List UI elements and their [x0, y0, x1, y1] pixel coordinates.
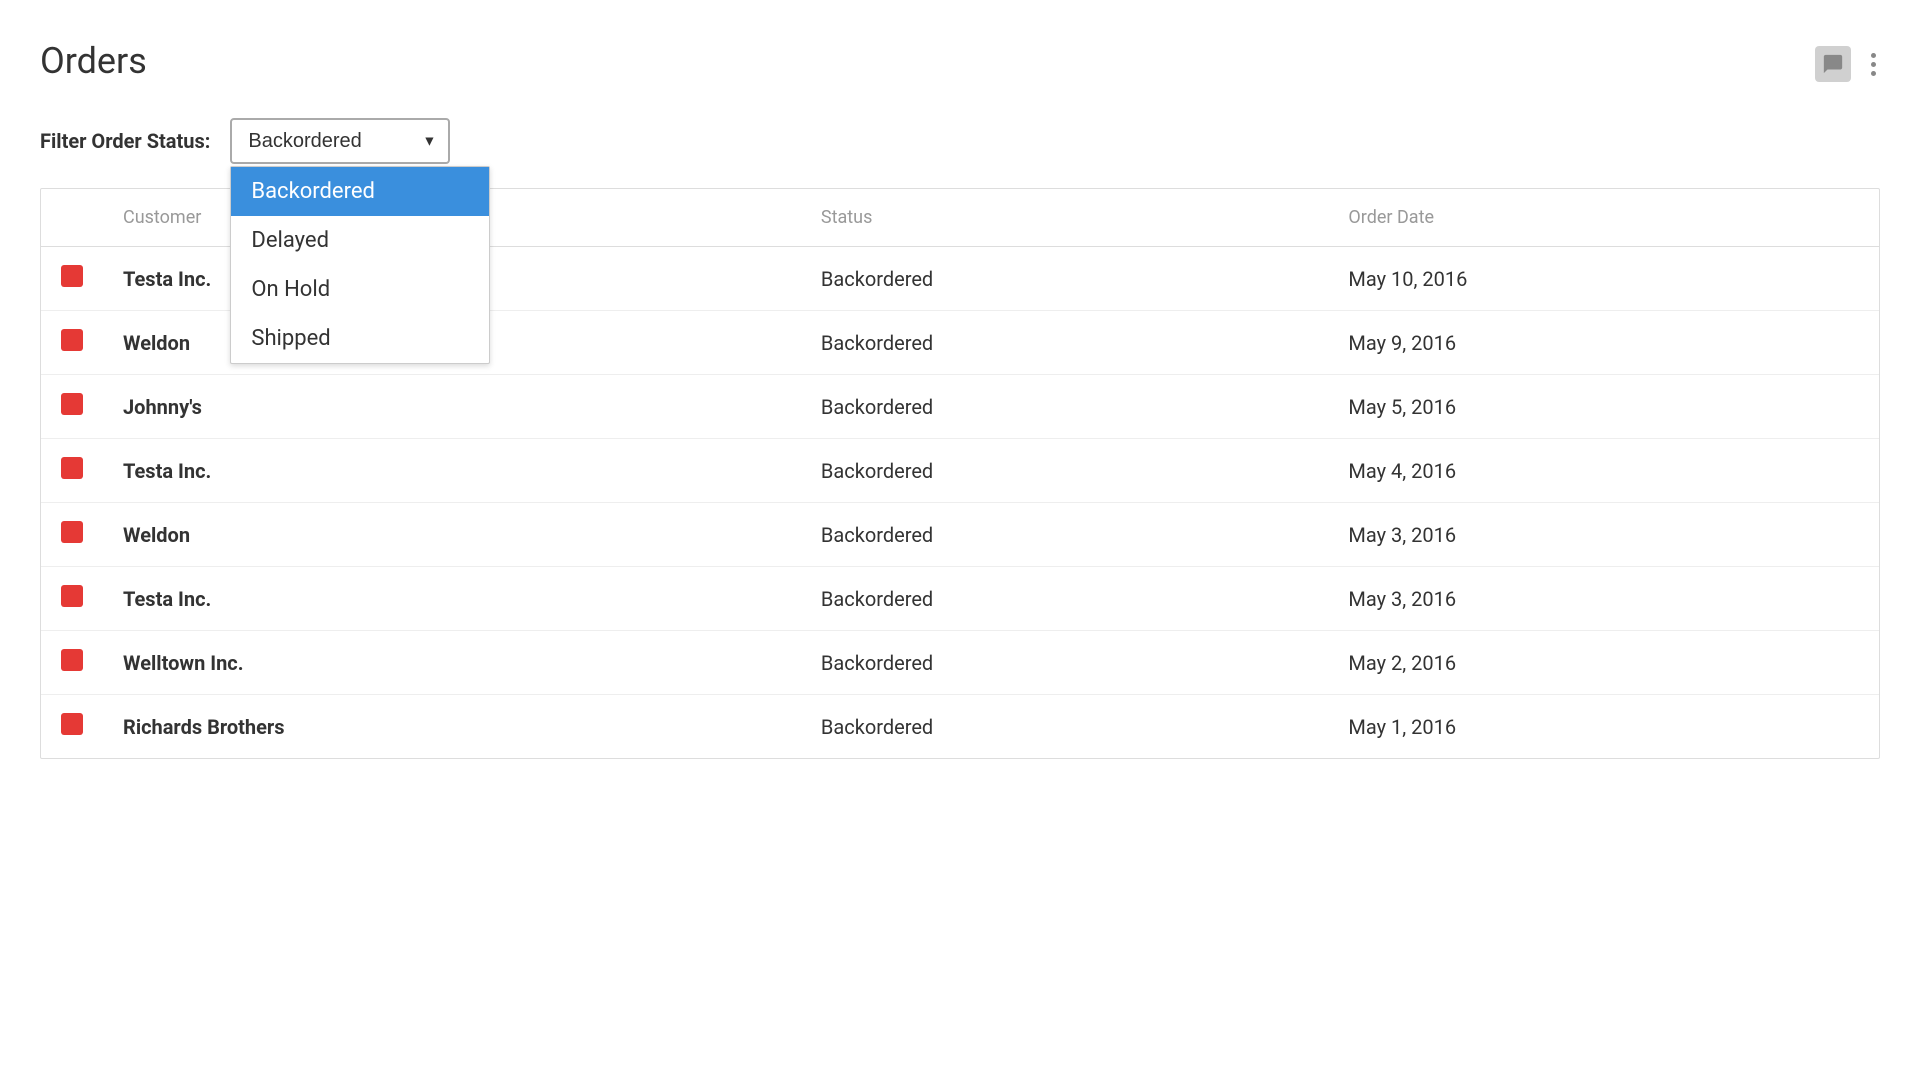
table-row: Testa Inc.BackorderedMay 4, 2016 [41, 439, 1879, 503]
page-title: Orders [40, 40, 147, 82]
row-indicator [41, 631, 103, 695]
col-header-order-date: Order Date [1328, 189, 1879, 247]
more-options-icon[interactable] [1867, 49, 1880, 80]
dropdown-item-backordered[interactable]: Backordered [231, 167, 489, 216]
status-indicator-icon [61, 585, 83, 607]
row-order-date: May 5, 2016 [1328, 375, 1879, 439]
status-indicator-icon [61, 393, 83, 415]
dropdown-item-delayed[interactable]: Delayed [231, 216, 489, 265]
row-status: Backordered [801, 631, 1329, 695]
table-row: Richards BrothersBackorderedMay 1, 2016 [41, 695, 1879, 759]
status-indicator-icon [61, 649, 83, 671]
row-status: Backordered [801, 503, 1329, 567]
dropdown-item-shipped[interactable]: Shipped [231, 314, 489, 363]
filter-row: Filter Order Status: BackorderedDelayedO… [40, 118, 1880, 164]
col-header-status: Status [801, 189, 1329, 247]
status-indicator-icon [61, 265, 83, 287]
row-indicator [41, 503, 103, 567]
row-indicator [41, 567, 103, 631]
row-indicator [41, 247, 103, 311]
row-indicator [41, 311, 103, 375]
row-indicator [41, 375, 103, 439]
row-indicator [41, 439, 103, 503]
status-indicator-icon [61, 521, 83, 543]
row-order-date: May 2, 2016 [1328, 631, 1879, 695]
chat-icon[interactable] [1815, 46, 1851, 82]
row-order-date: May 3, 2016 [1328, 567, 1879, 631]
header-actions [1815, 46, 1880, 82]
filter-dropdown-container[interactable]: BackorderedDelayedOn HoldShipped ▼ Backo… [230, 118, 450, 164]
row-status: Backordered [801, 311, 1329, 375]
row-indicator [41, 695, 103, 759]
filter-label: Filter Order Status: [40, 129, 210, 153]
row-customer: Johnny's [103, 375, 801, 439]
row-customer: Testa Inc. [103, 567, 801, 631]
table-row: Welltown Inc.BackorderedMay 2, 2016 [41, 631, 1879, 695]
col-header-indicator [41, 189, 103, 247]
row-customer: Testa Inc. [103, 439, 801, 503]
row-status: Backordered [801, 567, 1329, 631]
table-row: WeldonBackorderedMay 3, 2016 [41, 503, 1879, 567]
row-customer: Richards Brothers [103, 695, 801, 759]
status-indicator-icon [61, 329, 83, 351]
table-row: Johnny'sBackorderedMay 5, 2016 [41, 375, 1879, 439]
row-order-date: May 10, 2016 [1328, 247, 1879, 311]
row-status: Backordered [801, 375, 1329, 439]
row-customer: Welltown Inc. [103, 631, 801, 695]
dropdown-menu[interactable]: BackorderedDelayedOn HoldShipped [230, 166, 490, 364]
dropdown-item-on-hold[interactable]: On Hold [231, 265, 489, 314]
table-row: Testa Inc.BackorderedMay 3, 2016 [41, 567, 1879, 631]
status-indicator-icon [61, 457, 83, 479]
row-status: Backordered [801, 247, 1329, 311]
filter-order-status-select[interactable]: BackorderedDelayedOn HoldShipped [230, 118, 450, 164]
row-order-date: May 3, 2016 [1328, 503, 1879, 567]
row-status: Backordered [801, 695, 1329, 759]
row-status: Backordered [801, 439, 1329, 503]
row-order-date: May 4, 2016 [1328, 439, 1879, 503]
status-indicator-icon [61, 713, 83, 735]
row-customer: Weldon [103, 503, 801, 567]
row-order-date: May 9, 2016 [1328, 311, 1879, 375]
row-order-date: May 1, 2016 [1328, 695, 1879, 759]
page-header: Orders [40, 40, 1880, 82]
